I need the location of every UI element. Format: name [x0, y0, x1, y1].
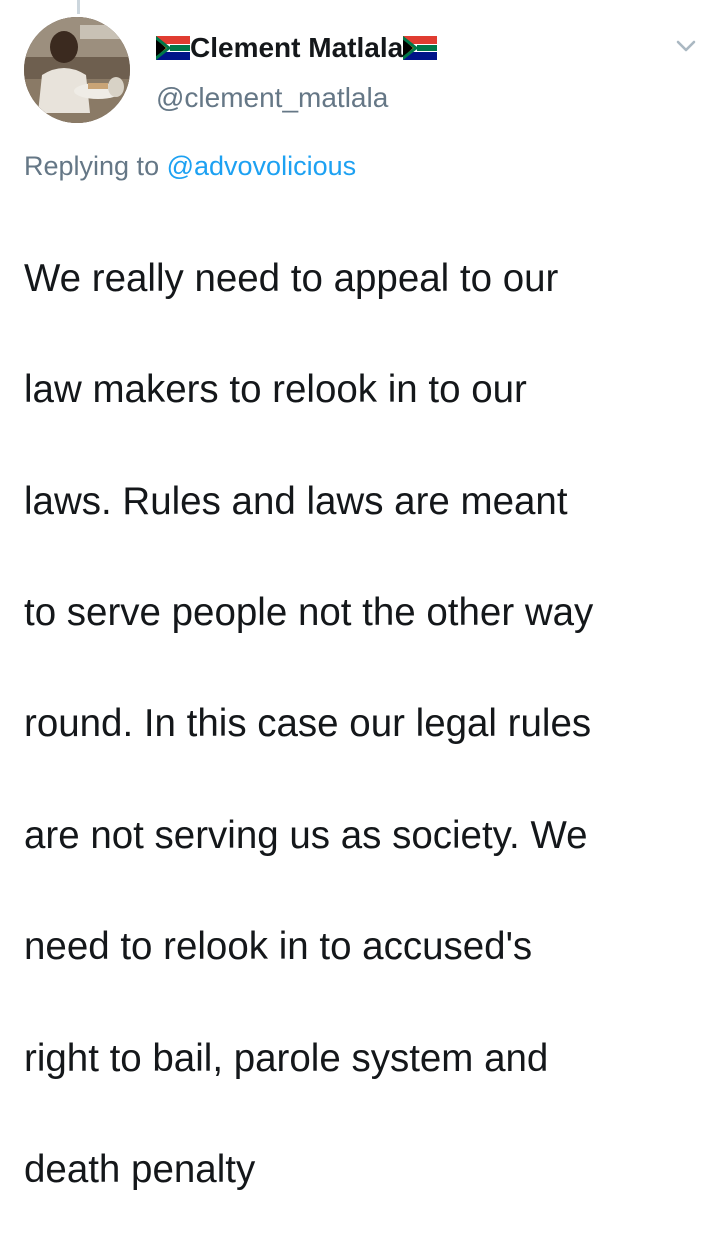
tweet-text-line: right to bail, parole system and: [24, 1036, 549, 1080]
tweet-header: Clement Matlala @clement_matlala: [156, 28, 660, 116]
author-name-row[interactable]: Clement Matlala: [156, 28, 660, 68]
tweet-text-line: need to relook in to accused's: [24, 925, 533, 969]
avatar[interactable]: [24, 17, 130, 123]
south-africa-flag-icon: [156, 36, 190, 60]
tweet-text-line: laws. Rules and laws are meant: [24, 479, 568, 523]
chevron-down-icon[interactable]: [672, 36, 700, 56]
tweet-text-line: to serve people not the other way: [24, 590, 594, 634]
tweet-text-line: law makers to relook in to our: [24, 368, 527, 412]
replying-to-line: Replying to @advovolicious: [24, 148, 356, 184]
reply-mention-link[interactable]: @advovolicious: [167, 151, 357, 181]
author-handle[interactable]: @clement_matlala: [156, 80, 660, 116]
tweet-text: We really need to appeal to our law make…: [24, 195, 704, 1253]
south-africa-flag-icon: [403, 36, 438, 60]
tweet-text-line: We really need to appeal to our: [24, 256, 559, 300]
tweet-text-line: death penalty: [24, 1147, 256, 1191]
profile-photo: [24, 17, 130, 123]
replying-to-label: Replying to: [24, 151, 167, 181]
author-display-name[interactable]: Clement Matlala: [190, 28, 403, 68]
tweet-text-line: round. In this case our legal rules: [24, 702, 592, 746]
thread-connector-line: [77, 0, 80, 14]
tweet-text-line: are not serving us as society. We: [24, 813, 588, 857]
